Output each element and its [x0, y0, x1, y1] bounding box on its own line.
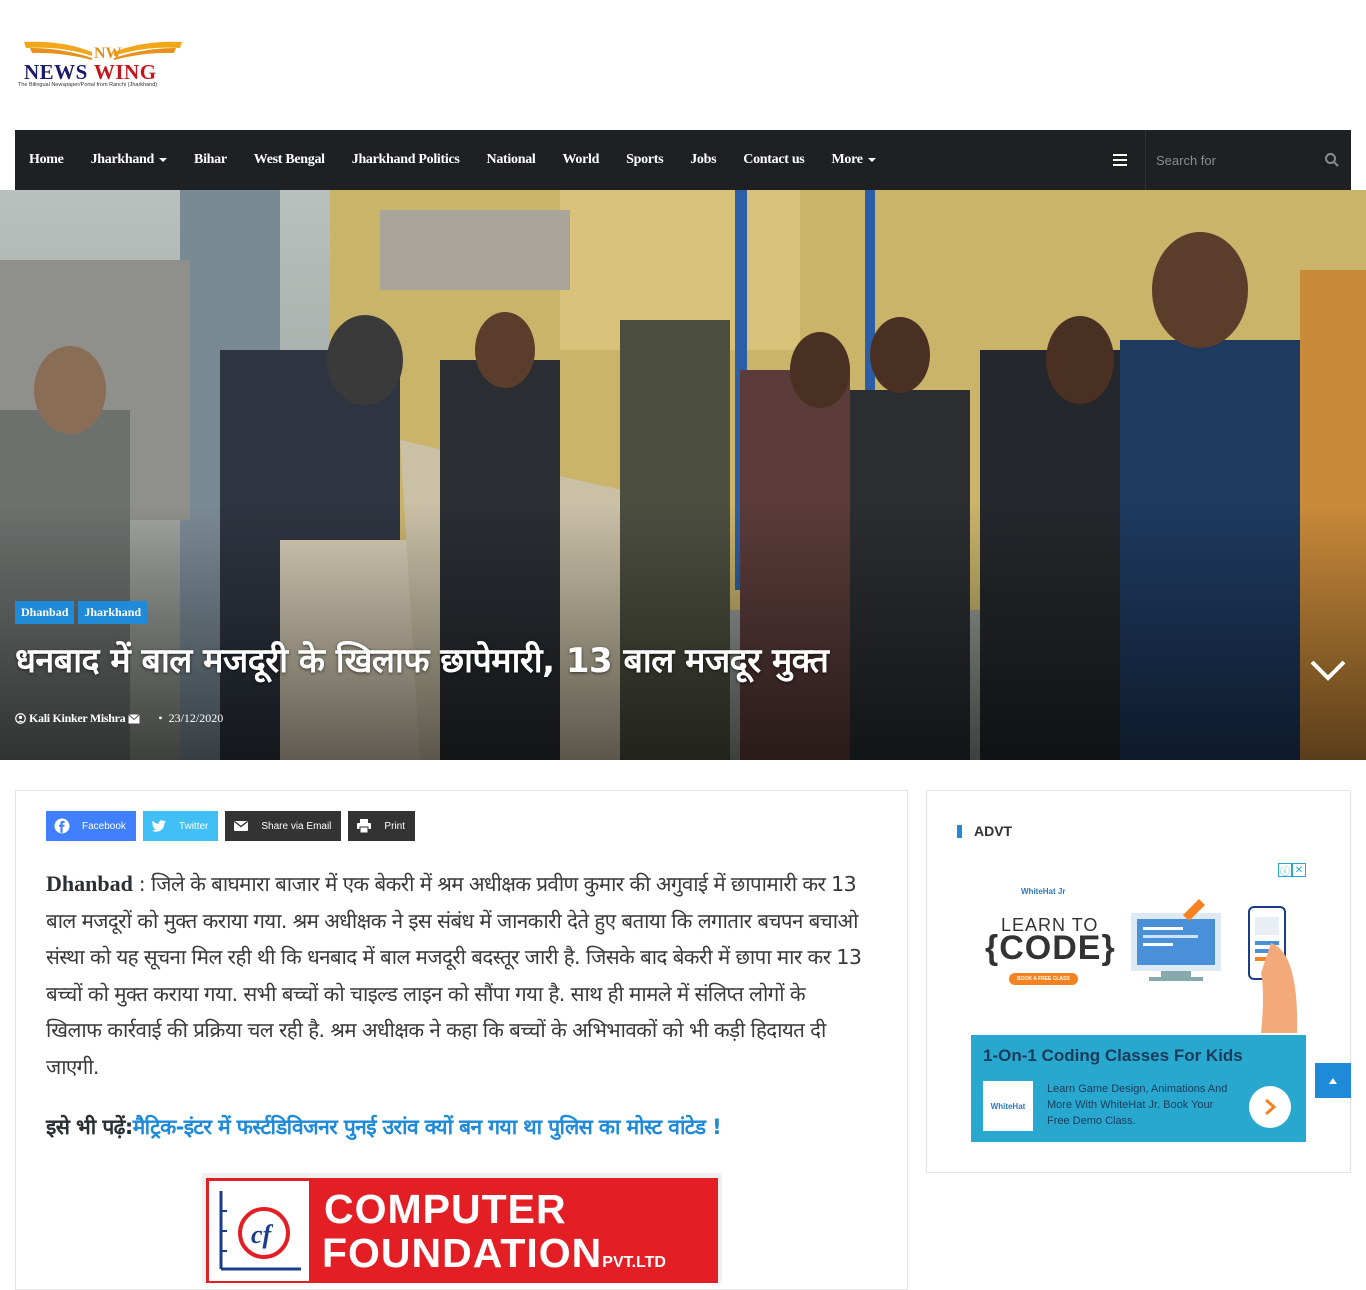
ad-headline[interactable]: 1-On-1 Coding Classes For Kids	[983, 1046, 1243, 1066]
caret-down-icon	[867, 158, 876, 162]
share-facebook-button[interactable]: Facebook	[46, 811, 136, 841]
chevron-right-icon	[1265, 1098, 1277, 1116]
nav-item-label: Jharkhand	[90, 152, 155, 167]
caret-down-icon	[159, 158, 168, 162]
search-icon[interactable]	[1324, 152, 1340, 168]
widget-title: ADVT	[957, 823, 1012, 839]
article-content: Facebook Twitter Share via Email Print D…	[15, 790, 908, 1290]
ad-book-pill: BOOK A FREE CLASS	[1009, 973, 1078, 985]
nav-item-label: Jobs	[690, 152, 717, 167]
banner-line-1: COMPUTER	[324, 1186, 567, 1232]
share-buttons: Facebook Twitter Share via Email Print	[46, 811, 422, 841]
nav-item-label: More	[831, 152, 863, 167]
ad-advertiser-logo: WhiteHat	[983, 1081, 1033, 1131]
also-read: इसे भी पढ़ें:मैट्रिक-इंटर में फर्स्टडिवि…	[46, 1113, 722, 1141]
nav-item-label: Contact us	[743, 152, 805, 167]
search-box	[1146, 130, 1351, 190]
phone-hand-illustration-icon	[1248, 906, 1298, 1033]
banner-line-2-main: FOUNDATION	[322, 1230, 603, 1276]
share-twitter-button[interactable]: Twitter	[142, 811, 219, 841]
also-read-link[interactable]: मैट्रिक-इंटर में फर्स्टडिविजनर पुनई उरां…	[133, 1115, 722, 1139]
logo-text-wing: WING	[93, 60, 157, 84]
email-author-icon[interactable]	[128, 713, 141, 724]
ad-close-icon[interactable]: ✕	[1292, 863, 1306, 877]
article-title: धनबाद में बाल मजदूरी के खिलाफ छापेमारी, …	[15, 641, 829, 681]
banner-line-2: FOUNDATIONPVT.LTD	[322, 1230, 666, 1277]
hamburger-menu-icon[interactable]	[1113, 154, 1127, 166]
nav-item-label: National	[486, 152, 536, 167]
search-input[interactable]	[1156, 150, 1316, 170]
hero-featured-image: Dhanbad Jharkhand धनबाद में बाल मजदूरी के…	[0, 190, 1366, 760]
chevron-up-icon	[1329, 1077, 1337, 1084]
laptop-illustration-icon	[1131, 899, 1221, 981]
nav-item-label: Jharkhand Politics	[351, 152, 460, 167]
ad-open-button[interactable]	[1249, 1086, 1291, 1128]
facebook-icon	[54, 818, 70, 834]
nav-item-bihar[interactable]: Bihar	[194, 152, 227, 168]
nav-item-jharkhand-politics[interactable]: Jharkhand Politics	[352, 152, 460, 168]
nav-item-national[interactable]: National	[487, 152, 536, 168]
twitter-label: Twitter	[178, 820, 209, 832]
publish-date: 23/12/2020	[168, 711, 224, 725]
twitter-icon	[151, 820, 166, 832]
nav-item-contact-us[interactable]: Contact us	[743, 152, 804, 168]
print-label: Print	[384, 820, 405, 832]
category-tag[interactable]: Jharkhand	[78, 601, 148, 624]
computer-foundation-banner[interactable]: cf COMPUTER FOUNDATIONPVT.LTD	[202, 1173, 722, 1283]
logo-text-news: NEWS	[24, 60, 88, 84]
nav-item-label: Sports	[626, 152, 664, 167]
back-to-top-button[interactable]	[1315, 1063, 1351, 1098]
category-tags: Dhanbad Jharkhand	[15, 601, 151, 624]
nav-item-label: World	[562, 152, 600, 167]
print-button[interactable]: Print	[348, 811, 415, 841]
main-nav: Home Jharkhand Bihar West Bengal Jharkhand P…	[15, 130, 1351, 190]
author-name[interactable]: Kali Kinker Mishra	[29, 711, 126, 726]
ad-choices: ⓘ ✕	[1278, 863, 1306, 878]
meta-separator: •	[158, 711, 163, 725]
banner-suffix: PVT.LTD	[602, 1254, 666, 1271]
ad-info-icon[interactable]: ⓘ	[1278, 863, 1292, 878]
article-meta: Kali Kinker Mishra • 23/12/2020	[15, 711, 223, 726]
ad-description: Learn Game Design, Animations And More W…	[1047, 1083, 1228, 1127]
nav-item-label: Home	[29, 152, 64, 167]
category-tag[interactable]: Dhanbad	[15, 601, 75, 624]
email-label: Share via Email	[261, 820, 332, 832]
nav-item-jobs[interactable]: Jobs	[690, 152, 716, 168]
chevron-down-icon[interactable]	[1308, 658, 1348, 684]
widget-title-bar	[957, 824, 962, 838]
nav-item-more[interactable]: More	[831, 152, 876, 168]
nav-item-west-bengal[interactable]: West Bengal	[254, 152, 325, 168]
ad-creative: ⓘ ✕ WhiteHat Jr LEARN TO {CODE} BOOK A F…	[971, 863, 1306, 1035]
printer-icon	[357, 819, 372, 834]
site-logo[interactable]: NW NEWS WING The Bilingual Newspaper/Port…	[18, 38, 188, 92]
cf-logo-text: cf	[251, 1220, 274, 1249]
nav-item-label: West Bengal	[253, 152, 325, 167]
sidebar-widget: ADVT ⓘ ✕ WhiteHat Jr LEARN TO {CODE} BOO…	[926, 790, 1351, 1173]
nav-item-label: Bihar	[194, 152, 227, 167]
envelope-icon	[234, 820, 249, 831]
site-header: NW NEWS WING The Bilingual Newspaper/Port…	[0, 0, 1366, 130]
nav-item-home[interactable]: Home	[29, 152, 64, 168]
widget-title-text: ADVT	[974, 823, 1013, 839]
banner-red-panel: cf COMPUTER FOUNDATIONPVT.LTD	[206, 1178, 718, 1283]
wings-logo-icon: NW	[24, 41, 182, 62]
also-read-label: इसे भी पढ़ें:	[46, 1115, 133, 1139]
dateline: Dhanbad	[46, 871, 133, 896]
ad-brand: WhiteHat Jr	[1021, 887, 1066, 896]
logo-tagline: The Bilingual Newspaper/Portal from Ranc…	[18, 82, 158, 88]
nav-item-world[interactable]: World	[563, 152, 600, 168]
share-email-button[interactable]: Share via Email	[225, 811, 342, 841]
whitehat-ad[interactable]: ⓘ ✕ WhiteHat Jr LEARN TO {CODE} BOOK A F…	[971, 863, 1306, 1142]
ad-code-text: {CODE}	[985, 929, 1116, 967]
article-body-text: : जिले के बाघमारा बाजार में एक बेकरी में…	[46, 872, 862, 1079]
nav-menu: Home Jharkhand Bihar West Bengal Jharkhand P…	[15, 130, 903, 190]
article-paragraph: Dhanbad : जिले के बाघमारा बाजार में एक ब…	[46, 866, 866, 1086]
user-icon	[15, 713, 26, 724]
nav-item-jharkhand[interactable]: Jharkhand	[90, 152, 168, 168]
nav-item-sports[interactable]: Sports	[626, 152, 663, 168]
computer-foundation-logo: cf	[209, 1181, 309, 1281]
facebook-label: Facebook	[82, 820, 126, 832]
cf-logo-icon: cf	[219, 1191, 301, 1271]
